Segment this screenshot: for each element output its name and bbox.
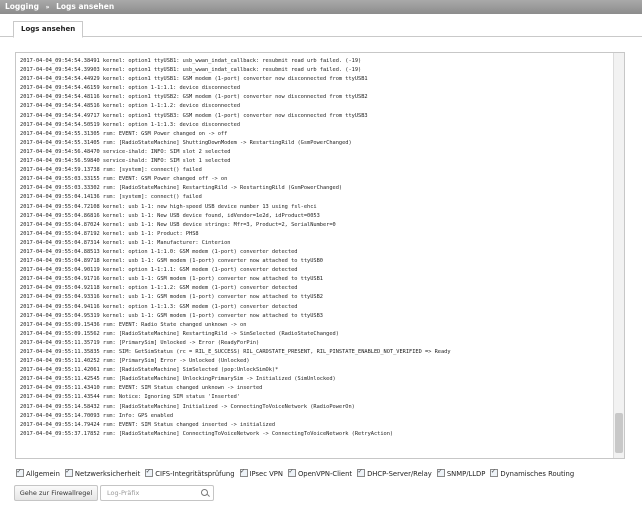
filter-label: Netzwerksicherheit bbox=[74, 470, 141, 478]
search-placeholder: Log-Präfix bbox=[107, 489, 140, 497]
log-line: 2017-04-04_09:55:14.70093 rsm: Info: GPS… bbox=[20, 412, 174, 419]
filter-dhcp-server-relay[interactable]: DHCP-Server/Relay bbox=[357, 467, 432, 479]
log-line: 2017-04-04_09:54:54.50519 kernel: option… bbox=[20, 121, 241, 128]
log-line: 2017-04-04_09:54:59.13738 rsm: [system]:… bbox=[20, 167, 202, 174]
log-line: 2017-04-04_09:55:11.42061 rsm: [RadioSta… bbox=[20, 367, 279, 374]
log-line: 2017-04-04_09:54:55.31405 rsm: [RadioSta… bbox=[20, 139, 352, 146]
filter-allgemein[interactable]: Allgemein bbox=[16, 467, 60, 479]
log-line: 2017-04-04_09:54:54.48516 kernel: option… bbox=[20, 103, 241, 110]
checkbox-checked-icon[interactable] bbox=[287, 467, 296, 477]
log-line: 2017-04-04_09:54:54.49717 kernel: option… bbox=[20, 112, 368, 119]
log-line: 2017-04-04_09:54:54.48116 kernel: option… bbox=[20, 94, 368, 101]
log-line: 2017-04-04_09:55:04.88513 kernel: option… bbox=[20, 248, 298, 255]
log-line: 2017-04-04_09:55:04.87192 kernel: usb 1-… bbox=[20, 230, 199, 237]
breadcrumb-logs-ansehen: Logs ansehen bbox=[56, 2, 115, 11]
log-line: 2017-04-04_09:54:54.46159 kernel: option… bbox=[20, 85, 241, 92]
log-scrollbar[interactable] bbox=[613, 53, 624, 458]
filter-openvpn-client[interactable]: OpenVPN-Client bbox=[287, 467, 353, 479]
log-line: 2017-04-04_09:55:04.92118 kernel: option… bbox=[20, 285, 298, 292]
log-line: 2017-04-04_09:55:37.17852 rsm: [RadioSta… bbox=[20, 430, 394, 437]
filter-dynamisches-routing[interactable]: Dynamisches Routing bbox=[490, 467, 575, 479]
log-line: 2017-04-04_09:55:14.58432 rsm: [RadioSta… bbox=[20, 403, 355, 410]
breadcrumb-separator: » bbox=[45, 4, 50, 11]
scrollbar-thumb[interactable] bbox=[615, 413, 623, 453]
log-line: 2017-04-04_09:54:54.38491 kernel: option… bbox=[20, 58, 362, 64]
filter-label: IPsec VPN bbox=[249, 470, 283, 478]
log-line: 2017-04-04_09:54:56.59840 service-ihald:… bbox=[20, 158, 231, 165]
log-prefix-search-input[interactable]: Log-Präfix bbox=[100, 485, 214, 501]
log-line: 2017-04-04_09:55:04.72108 kernel: usb 1-… bbox=[20, 203, 317, 210]
filter-label: Dynamisches Routing bbox=[500, 470, 575, 478]
filter-ipsec-vpn[interactable]: IPsec VPN bbox=[239, 467, 283, 479]
log-line: 2017-04-04_09:55:04.87024 kernel: usb 1-… bbox=[20, 221, 336, 228]
checkbox-checked-icon[interactable] bbox=[357, 467, 366, 477]
log-viewer[interactable]: 2017-04-04_09:54:54.38491 kernel: option… bbox=[15, 52, 625, 459]
log-line: 2017-04-04_09:55:11.35719 rsm: [PrimaryS… bbox=[20, 339, 260, 346]
breadcrumb: Logging » Logs ansehen bbox=[0, 0, 642, 14]
log-line: 2017-04-04_09:55:04.93316 kernel: usb 1-… bbox=[20, 294, 323, 301]
filter-snmp-lldp[interactable]: SNMP/LLDP bbox=[436, 467, 486, 479]
log-line: 2017-04-04_09:55:04.94116 kernel: option… bbox=[20, 303, 298, 310]
search-icon[interactable] bbox=[201, 489, 208, 496]
log-line: 2017-04-04_09:55:03.33155 rsm: EVENT: GS… bbox=[20, 176, 228, 183]
log-line: 2017-04-04_09:54:56.48470 service-ihald:… bbox=[20, 148, 231, 155]
log-line: 2017-04-04_09:55:04.14136 rsm: [system]:… bbox=[20, 194, 202, 201]
goto-firewall-rule-button[interactable]: Gehe zur Firewallregel bbox=[14, 485, 98, 501]
filter-label: SNMP/LLDP bbox=[446, 470, 486, 478]
breadcrumb-logging[interactable]: Logging bbox=[5, 0, 39, 14]
tab-logs-ansehen[interactable]: Logs ansehen bbox=[13, 21, 84, 38]
filter-label: OpenVPN-Client bbox=[297, 470, 353, 478]
checkbox-checked-icon[interactable] bbox=[490, 467, 499, 477]
log-filter-bar: Allgemein Netzwerksicherheit CIFS-Integrit… bbox=[16, 467, 579, 479]
filter-label: DHCP-Server/Relay bbox=[367, 470, 432, 478]
log-line: 2017-04-04_09:54:54.44929 kernel: option… bbox=[20, 76, 368, 83]
log-line: 2017-04-04_09:55:04.90119 kernel: option… bbox=[20, 267, 298, 274]
checkbox-checked-icon[interactable] bbox=[436, 467, 445, 477]
tab-bar: Logs ansehen bbox=[0, 14, 642, 38]
log-line: 2017-04-04_09:54:55.31305 rsm: EVENT: GS… bbox=[20, 130, 228, 137]
log-line: 2017-04-04_09:55:11.40252 rsm: [PrimaryS… bbox=[20, 358, 250, 365]
log-line: 2017-04-04_09:54:54.39903 kernel: option… bbox=[20, 67, 362, 74]
filter-netzwerksicherheit[interactable]: Netzwerksicherheit bbox=[64, 467, 141, 479]
log-line: 2017-04-04_09:55:14.79424 rsm: EVENT: SI… bbox=[20, 421, 276, 428]
filter-label: Allgemein bbox=[26, 470, 60, 478]
checkbox-checked-icon[interactable] bbox=[64, 467, 73, 477]
log-line: 2017-04-04_09:55:11.43544 rsm: Notice: I… bbox=[20, 394, 241, 401]
log-line: 2017-04-04_09:55:11.43410 rsm: EVENT: SI… bbox=[20, 385, 263, 392]
filter-label: CIFS-Integritätsprüfung bbox=[155, 470, 235, 478]
checkbox-checked-icon[interactable] bbox=[239, 467, 248, 477]
log-line: 2017-04-04_09:55:09.15436 rsm: EVENT: Ra… bbox=[20, 321, 247, 328]
filter-cifs-integritätsprüfung[interactable]: CIFS-Integritätsprüfung bbox=[145, 467, 235, 479]
log-line: 2017-04-04_09:55:09.15562 rsm: [RadioSta… bbox=[20, 330, 339, 337]
checkbox-checked-icon[interactable] bbox=[16, 467, 24, 477]
log-line: 2017-04-04_09:55:11.42545 rsm: [RadioSta… bbox=[20, 376, 336, 383]
log-line: 2017-04-04_09:55:04.86816 kernel: usb 1-… bbox=[20, 212, 320, 219]
log-line: 2017-04-04_09:55:04.87314 kernel: usb 1-… bbox=[20, 239, 231, 246]
log-lines: 2017-04-04_09:54:54.38491 kernel: option… bbox=[20, 57, 612, 439]
log-line: 2017-04-04_09:55:11.35835 rsm: SIM: GetS… bbox=[20, 349, 451, 355]
log-line: 2017-04-04_09:55:04.95319 kernel: usb 1-… bbox=[20, 312, 323, 319]
log-line: 2017-04-04_09:55:03.33302 rsm: [RadioSta… bbox=[20, 185, 343, 192]
checkbox-checked-icon[interactable] bbox=[145, 467, 154, 477]
log-line: 2017-04-04_09:55:04.89718 kernel: usb 1-… bbox=[20, 258, 323, 265]
log-line: 2017-04-04_09:55:04.91716 kernel: usb 1-… bbox=[20, 276, 323, 283]
